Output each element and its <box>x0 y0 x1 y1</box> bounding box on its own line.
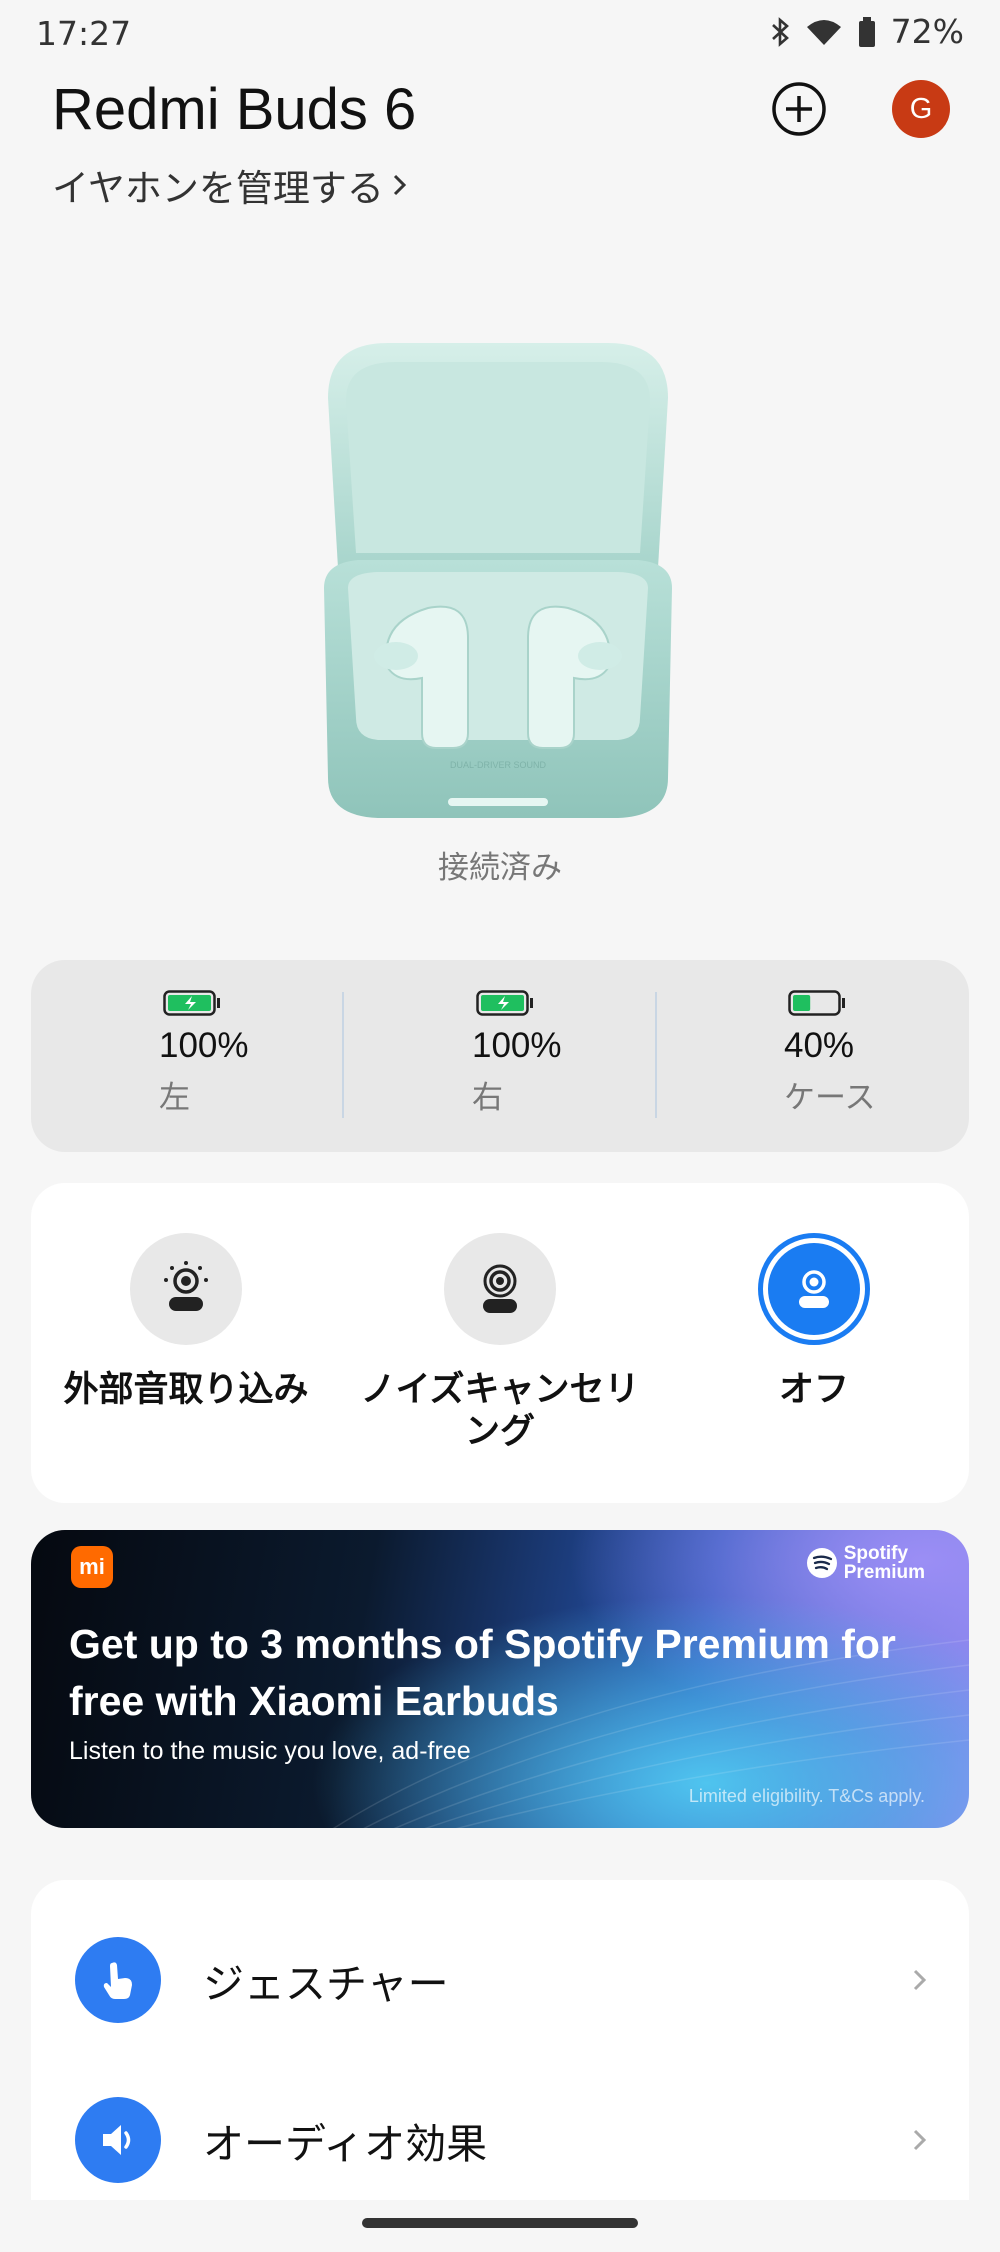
battery-left-label: 左 <box>159 1080 190 1116</box>
chevron-right-icon <box>913 1969 927 1991</box>
spotify-name: Spotify <box>843 1543 909 1564</box>
battery-right-label: 右 <box>472 1080 503 1116</box>
battery-left-percent: 100% <box>159 1026 249 1065</box>
gesture-icon-badge <box>75 1937 161 2023</box>
svg-text:DUAL-DRIVER SOUND: DUAL-DRIVER SOUND <box>450 760 547 770</box>
add-circle-icon <box>772 82 826 136</box>
spotify-icon <box>806 1548 837 1578</box>
status-bar: 17:27 72% <box>0 0 1000 66</box>
battery-icon <box>858 16 875 47</box>
noise-cancel-icon <box>483 1264 517 1313</box>
user-avatar[interactable]: G <box>892 80 950 138</box>
status-icons: 72% <box>769 12 964 51</box>
spotify-premium-logo: Spotify Premium <box>806 1544 925 1582</box>
promo-subtext: Listen to the music you love, ad-free <box>69 1737 471 1765</box>
mode-transparency-button[interactable] <box>130 1233 242 1345</box>
wifi-icon <box>806 19 841 45</box>
divider <box>342 992 344 1118</box>
gesture-hand-icon <box>103 1962 132 1999</box>
battery-icon <box>788 990 845 1016</box>
mode-off-active-fill <box>768 1243 860 1335</box>
setting-gestures-label: ジェスチャー <box>203 1960 449 2008</box>
mode-transparency-label: 外部音取り込み <box>63 1370 309 1410</box>
home-indicator[interactable] <box>362 2218 638 2228</box>
status-time: 17:27 <box>36 14 132 53</box>
battery-charging-icon <box>163 990 220 1016</box>
audio-icon-badge <box>75 2097 161 2183</box>
manage-earphones-link[interactable]: イヤホンを管理する <box>52 158 410 212</box>
connection-status: 接続済み <box>438 850 562 886</box>
mode-noise-cancelling-button[interactable] <box>444 1233 556 1345</box>
mode-off-label: オフ <box>778 1370 849 1410</box>
battery-percent: 72% <box>890 12 964 51</box>
add-device-button[interactable] <box>770 80 828 138</box>
setting-gestures[interactable]: ジェスチャー <box>31 1910 969 2050</box>
chevron-right-icon <box>393 174 407 196</box>
promo-headline: Get up to 3 months of Spotify Premium fo… <box>69 1621 896 1724</box>
mode-off[interactable]: オフ <box>659 1233 969 1411</box>
xiaomi-logo: mi <box>71 1546 113 1588</box>
spotify-promo-banner[interactable]: mi Spotify Premium Get up to 3 months of… <box>31 1530 969 1828</box>
battery-card: 100% 左 100% 右 40% ケース <box>31 960 969 1152</box>
setting-audio-effects[interactable]: オーディオ効果 <box>31 2070 969 2210</box>
mode-noise-cancelling-label: ノイズキャンセリング <box>360 1370 640 1452</box>
battery-charging-icon <box>476 990 533 1016</box>
settings-list: ジェスチャー オーディオ効果 <box>31 1880 969 2200</box>
chevron-right-icon <box>913 2129 927 2151</box>
bluetooth-icon <box>771 16 789 47</box>
manage-link-label: イヤホンを管理する <box>52 167 384 210</box>
mode-off-button[interactable] <box>758 1233 870 1345</box>
noise-control-card: 外部音取り込み ノイズキャンセリング オフ <box>31 1183 969 1503</box>
setting-audio-effects-label: オーディオ効果 <box>203 2120 488 2168</box>
divider <box>655 992 657 1118</box>
battery-right-earbud: 100% 右 <box>472 990 672 1117</box>
transparency-icon <box>164 1261 208 1311</box>
battery-right-percent: 100% <box>472 1026 562 1065</box>
speaker-icon <box>103 2125 131 2155</box>
spotify-tier: Premium <box>843 1562 925 1583</box>
mode-transparency[interactable]: 外部音取り込み <box>31 1233 341 1411</box>
mode-off-icon <box>799 1270 829 1308</box>
mode-noise-cancelling[interactable]: ノイズキャンセリング <box>345 1233 655 1453</box>
battery-case-percent: 40% <box>784 1026 855 1065</box>
battery-left-earbud: 100% 左 <box>159 990 359 1117</box>
earbuds-case-image: DUAL-DRIVER SOUND <box>318 338 678 828</box>
device-title: Redmi Buds 6 <box>52 77 417 142</box>
battery-case: 40% ケース <box>784 990 984 1117</box>
battery-case-label: ケース <box>784 1080 876 1116</box>
promo-fine-print: Limited eligibility. T&Cs apply. <box>688 1786 925 1806</box>
